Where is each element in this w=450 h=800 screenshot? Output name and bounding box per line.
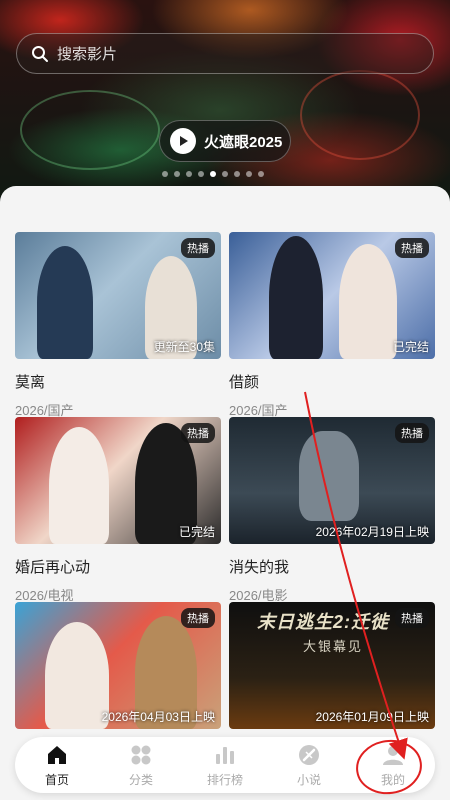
release-status: 2026年02月19日上映 <box>315 525 429 539</box>
content-sheet: 热播 更新至30集 莫离 2026/国产 热播 已完结 借颜 2026/国产 热… <box>0 186 450 800</box>
hot-badge: 热播 <box>181 423 215 443</box>
poster-art <box>269 236 323 359</box>
play-icon <box>170 128 196 154</box>
carousel-dot[interactable] <box>174 171 180 177</box>
carousel-dot[interactable] <box>162 171 168 177</box>
poster-subtitle-art: 大银幕见 <box>303 639 364 654</box>
movie-card[interactable]: 热播 已完结 婚后再心动 2026/电视 <box>15 417 221 604</box>
hot-badge: 热播 <box>181 608 215 628</box>
carousel-dot[interactable] <box>234 171 240 177</box>
hero-art <box>20 90 160 170</box>
profile-icon <box>381 743 405 767</box>
nav-label: 排行榜 <box>206 772 243 787</box>
hero-play-button[interactable]: 火遮眼2025 <box>159 120 291 162</box>
nav-label: 我的 <box>380 772 405 787</box>
novel-icon <box>297 743 321 767</box>
movie-poster[interactable]: 热播 已完结 <box>15 417 221 544</box>
movie-card[interactable]: 末日逃生2:迁徙 大银幕见 热播 2026年01月09日上映 <box>229 602 435 729</box>
home-icon <box>45 743 69 767</box>
search-icon <box>31 45 49 63</box>
carousel-dot[interactable] <box>186 171 192 177</box>
hero-art <box>300 70 420 160</box>
carousel-dot[interactable] <box>198 171 204 177</box>
bottom-nav: 首页 分类 排行榜 小说 我的 <box>15 737 435 793</box>
poster-art <box>299 431 359 521</box>
poster-art <box>339 244 397 359</box>
episode-status: 已完结 <box>392 340 429 354</box>
movie-poster[interactable]: 热播 已完结 <box>229 232 435 359</box>
movie-title[interactable]: 借颜 <box>229 371 435 392</box>
poster-art <box>37 246 93 359</box>
carousel-dot[interactable] <box>258 171 264 177</box>
carousel-dots <box>162 171 264 177</box>
movie-title[interactable]: 婚后再心动 <box>15 556 221 577</box>
hot-badge: 热播 <box>395 608 429 628</box>
movie-card[interactable]: 热播 更新至30集 莫离 2026/国产 <box>15 232 221 419</box>
movie-poster[interactable]: 热播 更新至30集 <box>15 232 221 359</box>
search-input[interactable]: 搜索影片 <box>16 33 434 74</box>
hot-badge: 热播 <box>395 238 429 258</box>
movie-card[interactable]: 热播 已完结 借颜 2026/国产 <box>229 232 435 419</box>
release-status: 2026年01月09日上映 <box>315 710 429 724</box>
category-icon <box>129 743 153 767</box>
movie-poster[interactable]: 热播 2026年04月03日上映 <box>15 602 221 729</box>
episode-status: 已完结 <box>178 525 215 539</box>
release-status: 2026年04月03日上映 <box>101 710 215 724</box>
movie-card[interactable]: 热播 2026年02月19日上映 消失的我 2026/电影 <box>229 417 435 604</box>
hot-badge: 热播 <box>395 423 429 443</box>
carousel-dot[interactable] <box>222 171 228 177</box>
nav-item-category[interactable]: 分类 <box>106 743 176 788</box>
movie-title[interactable]: 消失的我 <box>229 556 435 577</box>
carousel-dot[interactable] <box>246 171 252 177</box>
ranking-icon <box>213 743 237 767</box>
movie-poster[interactable]: 热播 2026年02月19日上映 <box>229 417 435 544</box>
nav-item-home[interactable]: 首页 <box>22 743 92 788</box>
nav-item-novel[interactable]: 小说 <box>274 743 344 788</box>
movie-title[interactable]: 莫离 <box>15 371 221 392</box>
nav-label: 小说 <box>296 772 321 787</box>
nav-label: 首页 <box>44 772 69 787</box>
hero-title: 火遮眼2025 <box>204 133 283 151</box>
carousel-dot[interactable] <box>210 171 216 177</box>
nav-item-ranking[interactable]: 排行榜 <box>190 743 260 788</box>
hero-banner[interactable]: 搜索影片 火遮眼2025 <box>0 0 450 215</box>
nav-item-profile[interactable]: 我的 <box>358 743 428 788</box>
search-placeholder: 搜索影片 <box>57 46 118 63</box>
movie-card[interactable]: 热播 2026年04月03日上映 <box>15 602 221 729</box>
poster-art <box>45 622 109 729</box>
poster-art <box>49 427 109 544</box>
hot-badge: 热播 <box>181 238 215 258</box>
poster-title-art: 末日逃生2:迁徙 <box>257 612 390 632</box>
movie-poster[interactable]: 末日逃生2:迁徙 大银幕见 热播 2026年01月09日上映 <box>229 602 435 729</box>
episode-status: 更新至30集 <box>153 340 215 354</box>
nav-label: 分类 <box>128 772 153 787</box>
